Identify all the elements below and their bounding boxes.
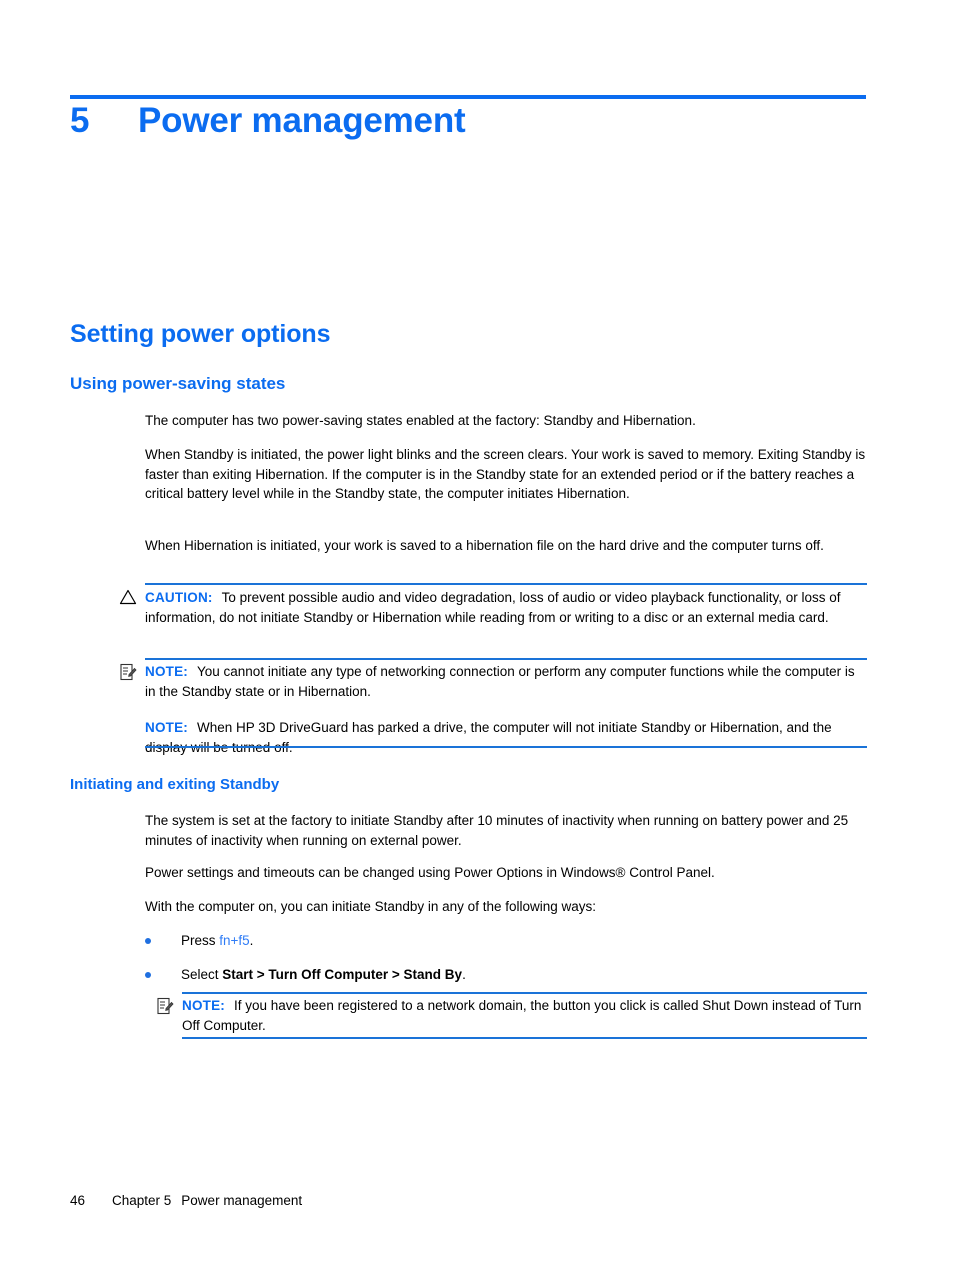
- note-2-label: NOTE:: [145, 720, 188, 735]
- heading-initiating-exiting-standby: Initiating and exiting Standby: [70, 776, 280, 793]
- footer-chapter-title: Power management: [181, 1193, 303, 1208]
- fn-f5-link[interactable]: fn+f5: [219, 933, 249, 948]
- paragraph-hibernation-description: When Hibernation is initiated, your work…: [145, 538, 824, 553]
- note-1-label: NOTE:: [145, 664, 188, 679]
- note-group-rule-bottom: [145, 746, 867, 748]
- bullet-2-text: Select Start > Turn Off Computer > Stand…: [181, 965, 867, 985]
- note-clipboard-icon: [118, 662, 138, 682]
- note-clipboard-icon: [155, 996, 175, 1016]
- note-3-text: If you have been registered to a network…: [182, 998, 862, 1033]
- paragraph-power-settings: Power settings and timeouts can be chang…: [145, 865, 715, 880]
- note-2-text: When HP 3D DriveGuard has parked a drive…: [145, 720, 832, 755]
- page-footer: 46 Chapter 5 Power management: [70, 1193, 302, 1208]
- heading-using-power-saving-states: Using power-saving states: [70, 374, 286, 393]
- bullet-2-menu-path: Start > Turn Off Computer > Stand By: [222, 967, 463, 982]
- bullet-1-text: Press fn+f5.: [181, 931, 867, 951]
- document-page: 5 Power management Setting power options …: [0, 0, 954, 1270]
- paragraph-initiate-ways: With the computer on, you can initiate S…: [145, 899, 596, 914]
- note-block-group: NOTE: You cannot initiate any type of net…: [118, 658, 867, 755]
- caution-text: To prevent possible audio and video degr…: [145, 590, 841, 625]
- note-1-text: You cannot initiate any type of networki…: [145, 664, 855, 699]
- footer-chapter-label: Chapter 5: [112, 1193, 172, 1208]
- chapter-title: Power management: [138, 101, 466, 140]
- bullet-2-suffix: .: [462, 967, 466, 982]
- heading-setting-power-options: Setting power options: [70, 320, 331, 348]
- paragraph-power-saving-intro: The computer has two power-saving states…: [145, 413, 696, 428]
- bullet-1-prefix: Press: [181, 933, 220, 948]
- chapter-heading: 5 Power management: [70, 101, 870, 141]
- warning-triangle-icon: [118, 587, 138, 607]
- note-group-rule-top: [145, 658, 867, 660]
- note-3-rule-top: [182, 992, 867, 994]
- chapter-number: 5: [70, 101, 90, 140]
- bullet-1-suffix: .: [249, 933, 254, 948]
- bullet-dot-icon: [145, 972, 151, 978]
- bullet-2-prefix: Select: [181, 967, 223, 982]
- caution-label: CAUTION:: [145, 590, 213, 605]
- note-2-content: NOTE: When HP 3D DriveGuard has parked a …: [145, 718, 867, 757]
- bullet-dot-icon: [145, 938, 151, 944]
- note-block-3: NOTE: If you have been registered to a ne…: [155, 992, 867, 1039]
- chapter-header-rule: [70, 95, 866, 99]
- paragraph-standby-description: When Standby is initiated, the power lig…: [145, 447, 866, 502]
- note-1-content: NOTE: You cannot initiate any type of net…: [145, 662, 867, 701]
- caution-content: CAUTION: To prevent possible audio and vi…: [145, 588, 867, 627]
- note-3-label: NOTE:: [182, 998, 225, 1013]
- note-3-rule-bottom: [182, 1037, 867, 1039]
- caution-rule-top: [145, 583, 867, 585]
- footer-page-number: 46: [70, 1193, 86, 1208]
- paragraph-standby-timeouts: The system is set at the factory to init…: [145, 813, 849, 848]
- caution-block: CAUTION: To prevent possible audio and vi…: [118, 583, 867, 643]
- note-3-content: NOTE: If you have been registered to a ne…: [182, 996, 867, 1035]
